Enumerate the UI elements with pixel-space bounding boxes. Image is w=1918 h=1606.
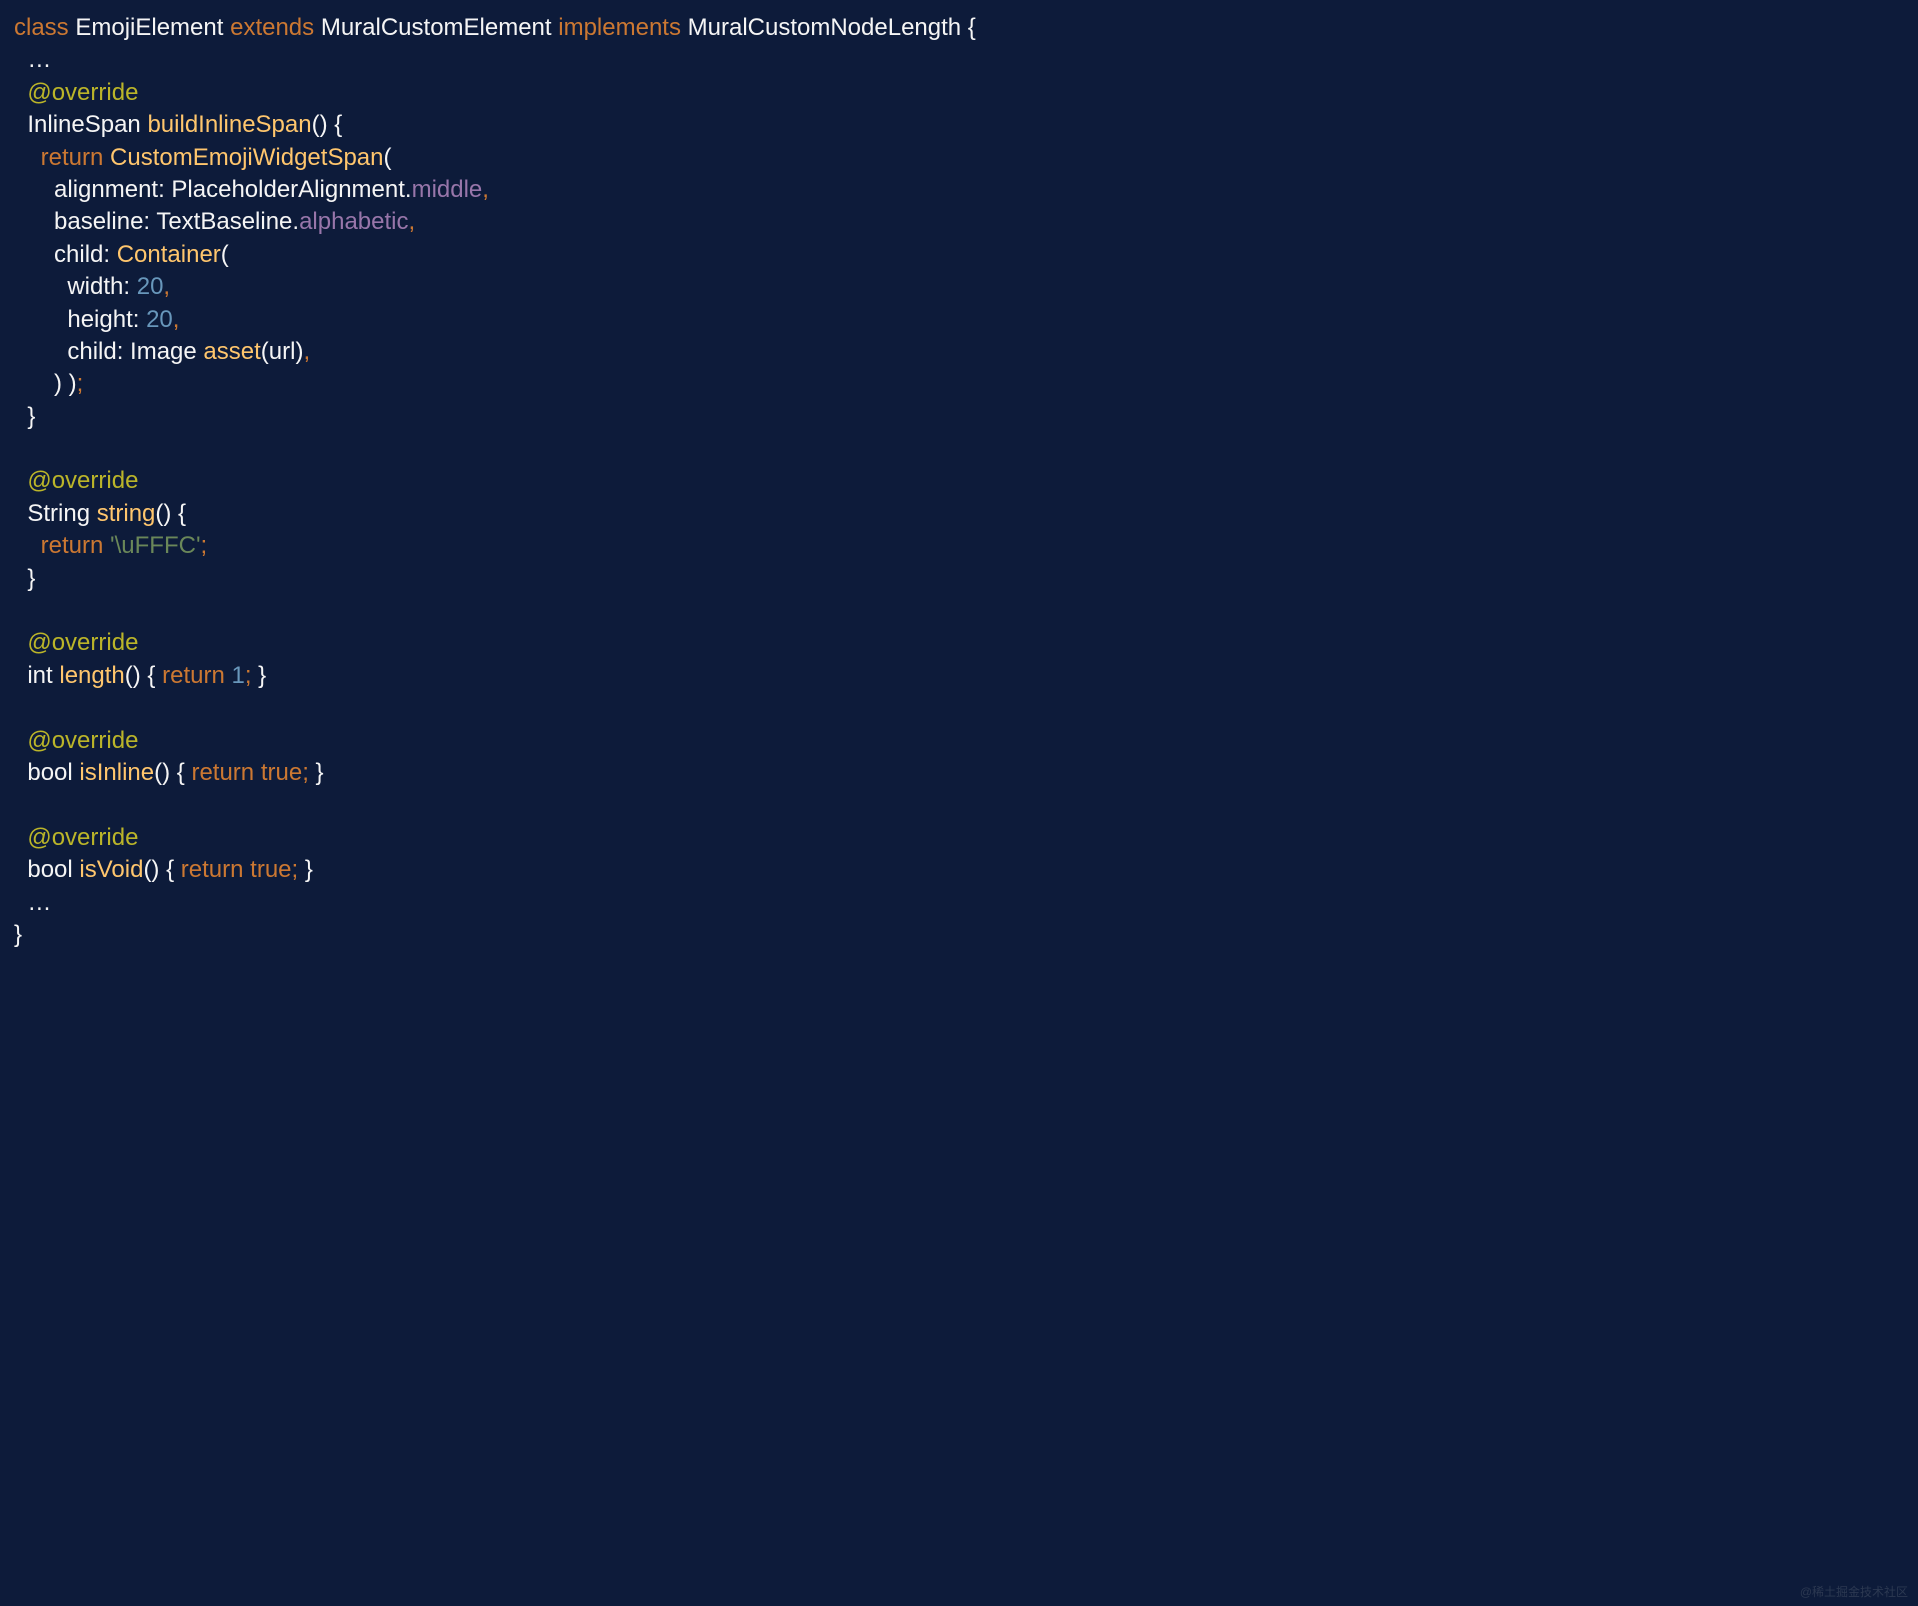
code-line: } (14, 403, 35, 430)
code-line: @override (14, 727, 138, 754)
code-line (14, 435, 21, 462)
code-line: @override (14, 79, 138, 106)
code-line (14, 597, 21, 624)
code-line: String string() { (14, 500, 186, 527)
code-line: } (14, 565, 35, 592)
code-line: … (14, 889, 51, 916)
code-line: } (14, 921, 22, 948)
code-line: bool isInline() { return true; } (14, 759, 324, 786)
code-line: ) ); (14, 370, 83, 397)
code-line: @override (14, 467, 138, 494)
code-line: @override (14, 824, 138, 851)
code-line: bool isVoid() { return true; } (14, 856, 313, 883)
code-line: width: 20, (14, 273, 170, 300)
code-line: child: Container( (14, 241, 229, 268)
code-line (14, 791, 21, 818)
code-line: return '\uFFFC'; (14, 532, 207, 559)
code-line: return CustomEmojiWidgetSpan( (14, 144, 392, 171)
code-line: height: 20, (14, 306, 179, 333)
code-line: InlineSpan buildInlineSpan() { (14, 111, 342, 138)
code-line: int length() { return 1; } (14, 662, 266, 689)
code-line: baseline: TextBaseline.alphabetic, (14, 208, 415, 235)
watermark-text: @稀土掘金技术社区 (1800, 1584, 1908, 1600)
code-line: class EmojiElement extends MuralCustomEl… (14, 14, 976, 41)
code-line: … (14, 46, 51, 73)
code-line: alignment: PlaceholderAlignment.middle, (14, 176, 489, 203)
code-line (14, 694, 21, 721)
code-line: @override (14, 629, 138, 656)
code-line: child: Image asset(url), (14, 338, 310, 365)
code-block: class EmojiElement extends MuralCustomEl… (14, 12, 1904, 951)
